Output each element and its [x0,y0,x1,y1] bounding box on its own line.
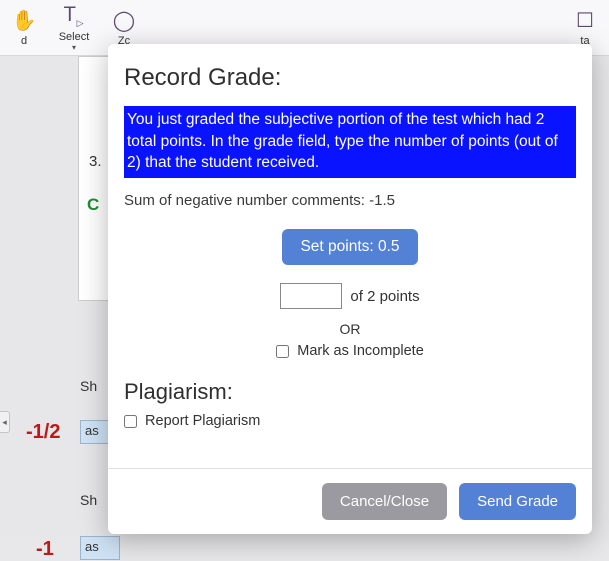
or-label: OR [124,321,576,337]
dialog-message: You just graded the subjective portion o… [124,106,576,178]
toolbar-label: Select [59,31,90,43]
dialog-title: Record Grade: [124,64,576,92]
toolbar-label: d [21,35,27,47]
chevron-down-icon: ▾ [72,43,76,52]
short-label: Sh [80,378,97,394]
question-number: 3. [89,153,102,170]
sum-negative-line: Sum of negative number comments: -1.5 [124,192,576,209]
side-handle[interactable]: ◂ [0,411,10,433]
send-grade-button[interactable]: Send Grade [459,483,576,520]
tag-icon: ☐ [576,8,594,33]
record-grade-dialog: Record Grade: You just graded the subjec… [108,44,592,534]
toolbar-btn-1[interactable]: ✋ d [2,3,46,53]
plagiarism-title: Plagiarism: [124,379,576,405]
report-plagiarism-checkbox[interactable] [124,415,137,428]
set-points-button[interactable]: Set points: 0.5 [282,229,417,265]
points-input[interactable] [280,283,342,309]
report-plagiarism-label[interactable]: Report Plagiarism [124,413,260,429]
toolbar-btn-select[interactable]: Ꭲ▷ Select ▾ [52,3,96,53]
points-row: of 2 points [124,283,576,309]
mark-incomplete-label[interactable]: Mark as Incomplete [276,343,424,359]
cancel-button[interactable]: Cancel/Close [322,483,447,520]
zoom-icon: ◯ [113,8,135,33]
text-select-icon: Ꭲ▷ [64,4,83,29]
hand-icon: ✋ [12,8,37,33]
answer-letter: C [87,195,99,215]
short-label: Sh [80,492,97,508]
mark-incomplete-checkbox[interactable] [276,345,289,358]
dialog-footer: Cancel/Close Send Grade [108,468,592,534]
score-annotation-2: -1 [36,538,54,561]
score-annotation-1: -1/2 [26,421,60,444]
mark-incomplete-text: Mark as Incomplete [297,343,424,359]
comment-box-2[interactable]: as [80,536,120,560]
of-points-label: of 2 points [350,288,419,305]
dialog-body: Record Grade: You just graded the subjec… [108,44,592,468]
report-plagiarism-text: Report Plagiarism [145,413,260,429]
